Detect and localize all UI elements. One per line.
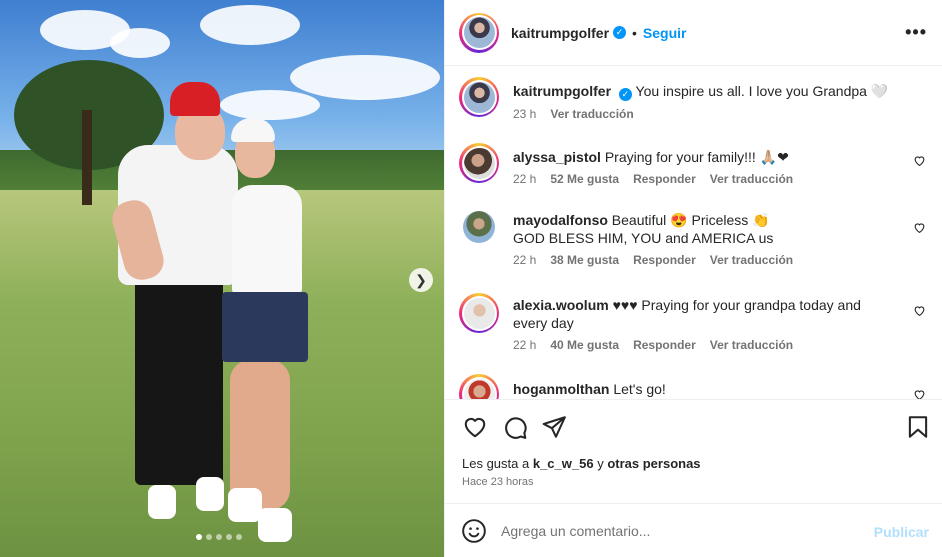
comments-list[interactable]: kaitrumpgolfer ✓ You inspire us all. I l… <box>445 67 942 399</box>
like-comment-heart-icon[interactable] <box>913 304 927 318</box>
caption: kaitrumpgolfer ✓ You inspire us all. I l… <box>459 77 939 121</box>
avatar[interactable] <box>459 293 499 333</box>
verified-badge-icon: ✓ <box>618 88 632 101</box>
caption-text: You inspire us all. I love you Grandpa 🤍 <box>635 83 889 99</box>
verified-badge-icon: ✓ <box>613 26 627 39</box>
separator-dot: • <box>632 24 637 41</box>
post-image[interactable]: ❯ <box>0 0 444 557</box>
author-username[interactable]: kaitrumpgolfer <box>511 25 609 41</box>
likes-middle: y <box>597 456 604 471</box>
comment-text: Let's go! <box>613 381 666 397</box>
comment-item: hoganmolthan Let's go! <box>459 374 939 399</box>
comment-time[interactable]: 22 h <box>513 172 536 186</box>
like-comment-heart-icon[interactable] <box>913 388 927 399</box>
comment-likes[interactable]: 52 Me gusta <box>550 172 619 186</box>
like-comment-heart-icon[interactable] <box>913 154 927 168</box>
likes-summary: Les gusta a k_c_w_56 y otras personas <box>462 456 701 471</box>
avatar[interactable] <box>459 374 499 399</box>
comment-likes[interactable]: 40 Me gusta <box>550 338 619 352</box>
translate-link[interactable]: Ver traducción <box>550 107 633 121</box>
save-bookmark-icon[interactable] <box>905 414 931 440</box>
instagram-post: ❯ kaitrumpgolfer ✓ • Seguir ••• kaitrump… <box>0 0 942 557</box>
comment-text: Beautiful 😍 Priceless 👏 <box>611 212 770 228</box>
likes-others-link[interactable]: otras personas <box>607 456 700 471</box>
emoji-smiley-icon[interactable] <box>461 518 487 544</box>
publish-button[interactable]: Publicar <box>874 524 929 540</box>
comment-username[interactable]: alexia.woolum <box>513 297 609 313</box>
liker-username[interactable]: k_c_w_56 <box>533 456 594 471</box>
caption-username[interactable]: kaitrumpgolfer <box>513 83 611 99</box>
caption-time[interactable]: 23 h <box>513 107 536 121</box>
post-timestamp[interactable]: Hace 23 horas <box>462 476 534 488</box>
post-header: kaitrumpgolfer ✓ • Seguir ••• <box>445 0 942 66</box>
translate-link[interactable]: Ver traducción <box>710 338 793 352</box>
reply-button[interactable]: Responder <box>633 253 696 267</box>
like-comment-heart-icon[interactable] <box>913 221 927 235</box>
comment-input[interactable] <box>501 522 861 539</box>
more-options-icon[interactable]: ••• <box>905 22 927 43</box>
avatar[interactable] <box>463 211 495 243</box>
comment-username[interactable]: hoganmolthan <box>513 381 609 397</box>
chevron-right-icon: ❯ <box>415 271 427 288</box>
post-actions-bar <box>445 399 942 455</box>
reply-button[interactable]: Responder <box>633 338 696 352</box>
comment-text: ♥♥♥ Praying for your grandpa today and <box>612 297 861 313</box>
avatar[interactable] <box>459 12 499 53</box>
carousel-dot <box>226 534 232 540</box>
comment-likes[interactable]: 38 Me gusta <box>550 253 619 267</box>
comment-text: Praying for your family!!! 🙏🏼❤ <box>604 149 789 165</box>
comment-item: alyssa_pistol Praying for your family!!!… <box>459 143 939 186</box>
comment-username[interactable]: alyssa_pistol <box>513 149 601 165</box>
translate-link[interactable]: Ver traducción <box>710 253 793 267</box>
share-paper-plane-icon[interactable] <box>541 414 567 440</box>
next-image-button[interactable]: ❯ <box>409 268 433 292</box>
comment-text-line2: every day <box>513 315 574 331</box>
comment-item: mayodalfonso Beautiful 😍 Priceless 👏 GOD… <box>459 211 939 267</box>
reply-button[interactable]: Responder <box>633 172 696 186</box>
carousel-dot <box>196 534 202 540</box>
comment-username[interactable]: mayodalfonso <box>513 212 608 228</box>
comment-time[interactable]: 22 h <box>513 338 536 352</box>
carousel-dot <box>206 534 212 540</box>
avatar[interactable] <box>459 143 499 183</box>
comment-text-line2: GOD BLESS HIM, YOU and AMERICA us <box>513 230 774 246</box>
comment-time[interactable]: 22 h <box>513 253 536 267</box>
comment-item: alexia.woolum ♥♥♥ Praying for your grand… <box>459 293 939 352</box>
carousel-dot <box>216 534 222 540</box>
add-comment-bar: Publicar <box>445 503 942 557</box>
carousel-dot <box>236 534 242 540</box>
comment-bubble-icon[interactable] <box>502 414 528 440</box>
translate-link[interactable]: Ver traducción <box>710 172 793 186</box>
avatar[interactable] <box>459 77 499 117</box>
post-side-panel: kaitrumpgolfer ✓ • Seguir ••• kaitrumpgo… <box>444 0 942 557</box>
likes-prefix: Les gusta a <box>462 456 530 471</box>
follow-button[interactable]: Seguir <box>643 25 687 41</box>
carousel-dots <box>196 534 242 540</box>
like-heart-icon[interactable] <box>462 414 488 440</box>
